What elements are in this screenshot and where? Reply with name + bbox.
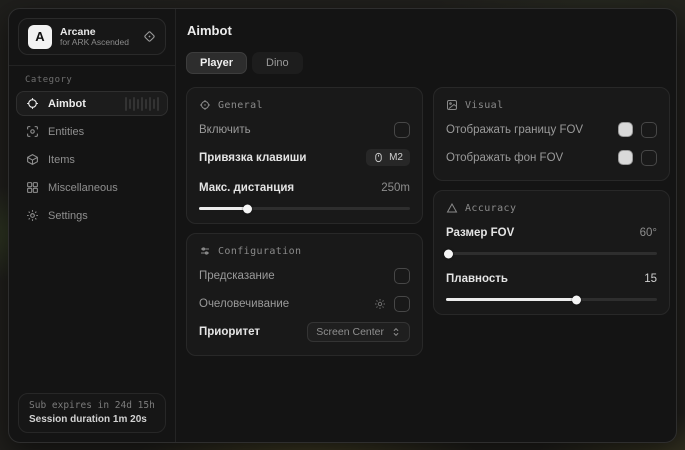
fov-bg-checkbox[interactable] [641, 150, 657, 166]
tab-dino[interactable]: Dino [252, 52, 303, 74]
visual-card-title: Visual [465, 100, 504, 111]
humanize-settings-gear-icon[interactable] [374, 298, 386, 310]
tab-bar: Player Dino [186, 52, 670, 74]
fov-border-checkbox[interactable] [641, 122, 657, 138]
session-duration-text: Session duration 1m 20s [29, 414, 155, 425]
configuration-card: Configuration Предсказание Очеловечивани… [186, 233, 423, 356]
keybind-button[interactable]: M2 [366, 149, 410, 166]
mouse-icon [373, 152, 384, 163]
nav-active-watermark [125, 97, 159, 111]
prediction-checkbox[interactable] [394, 268, 410, 284]
slider-thumb[interactable] [444, 249, 453, 258]
distance-slider[interactable] [199, 207, 410, 210]
brand-box: A Arcane for ARK Ascended [18, 18, 166, 55]
distance-label: Макс. дистанция [199, 182, 294, 194]
general-card-header: General [199, 99, 410, 111]
image-icon [446, 99, 458, 111]
sliders-icon [199, 245, 211, 257]
box-icon [26, 153, 39, 166]
subscription-box: Sub expires in 24d 15h Session duration … [18, 393, 166, 433]
sidebar-item-label: Settings [48, 210, 88, 222]
brand-subtitle: for ARK Ascended [60, 38, 135, 48]
gear-icon [26, 209, 39, 222]
fov-size-slider[interactable] [446, 252, 657, 255]
priority-select[interactable]: Screen Center [307, 322, 410, 342]
slider-thumb[interactable] [572, 295, 581, 304]
keybind-label: Привязка клавиши [199, 152, 306, 164]
category-label: Category [25, 75, 175, 85]
sidebar-item-aimbot[interactable]: Aimbot [16, 91, 168, 116]
general-card-title: General [218, 100, 263, 111]
app-window: A Arcane for ARK Ascended Category [8, 8, 677, 443]
app-logo: A [28, 25, 52, 49]
brand-text: Arcane for ARK Ascended [60, 26, 135, 48]
brand-title: Arcane [60, 26, 135, 38]
enable-label: Включить [199, 124, 251, 136]
fov-border-color-swatch[interactable] [618, 122, 633, 137]
focus-icon[interactable] [143, 30, 156, 43]
scan-icon [26, 125, 39, 138]
sidebar-item-label: Aimbot [48, 98, 86, 110]
configuration-card-title: Configuration [218, 246, 301, 257]
visual-card: Visual Отображать границу FOV Отображать… [433, 87, 670, 181]
sidebar: A Arcane for ARK Ascended Category [9, 9, 176, 442]
slider-thumb[interactable] [243, 204, 252, 213]
sidebar-item-label: Entities [48, 126, 84, 138]
priority-select-value: Screen Center [316, 326, 384, 338]
humanize-checkbox[interactable] [394, 296, 410, 312]
page-title: Aimbot [187, 23, 670, 38]
smoothness-slider[interactable] [446, 298, 657, 301]
fov-size-label: Размер FOV [446, 227, 514, 239]
target-icon [199, 99, 211, 111]
fov-bg-color-swatch[interactable] [618, 150, 633, 165]
sidebar-divider [9, 65, 175, 66]
accuracy-card-header: Accuracy [446, 202, 657, 214]
sidebar-nav: Aimbot Entities [9, 89, 175, 230]
prediction-label: Предсказание [199, 270, 275, 282]
general-card: General Включить Привязка клавиши [186, 87, 423, 224]
fov-border-label: Отображать границу FOV [446, 124, 583, 136]
sidebar-item-settings[interactable]: Settings [16, 203, 168, 228]
configuration-card-header: Configuration [199, 245, 410, 257]
grid-icon [26, 181, 39, 194]
enable-checkbox[interactable] [394, 122, 410, 138]
humanize-label: Очеловечивание [199, 298, 289, 310]
chevrons-up-down-icon [391, 327, 401, 337]
fov-bg-label: Отображать фон FOV [446, 152, 563, 164]
crosshair-icon [26, 97, 39, 110]
fov-size-value: 60° [640, 227, 657, 239]
sidebar-item-items[interactable]: Items [16, 147, 168, 172]
accuracy-card: Accuracy Размер FOV 60° Плавность 15 [433, 190, 670, 315]
main-panel: Aimbot Player Dino [176, 9, 677, 442]
sub-expires-text: Sub expires in 24d 15h [29, 400, 155, 411]
smoothness-label: Плавность [446, 273, 508, 285]
priority-label: Приоритет [199, 326, 260, 338]
keybind-value: M2 [389, 152, 403, 163]
visual-card-header: Visual [446, 99, 657, 111]
distance-value: 250m [381, 182, 410, 194]
smoothness-value: 15 [644, 273, 657, 285]
sidebar-item-label: Miscellaneous [48, 182, 118, 194]
sidebar-item-entities[interactable]: Entities [16, 119, 168, 144]
accuracy-card-title: Accuracy [465, 203, 516, 214]
sidebar-item-label: Items [48, 154, 75, 166]
tab-player[interactable]: Player [186, 52, 247, 74]
triangle-icon [446, 202, 458, 214]
sidebar-item-miscellaneous[interactable]: Miscellaneous [16, 175, 168, 200]
